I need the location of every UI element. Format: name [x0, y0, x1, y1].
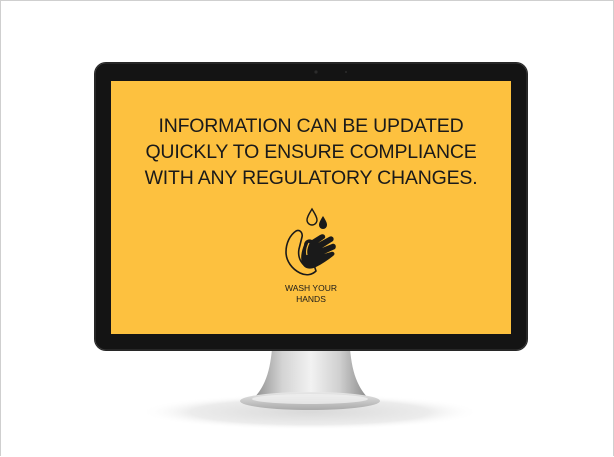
sensor-icon — [345, 71, 347, 73]
water-drop-icon — [319, 216, 327, 229]
screen-content: INFORMATION CAN BE UPDATED QUICKLY TO EN… — [111, 81, 511, 334]
water-drop-outline-icon — [306, 207, 318, 226]
screen-caption: WASH YOUR HANDS — [285, 283, 337, 304]
camera-icon — [314, 70, 318, 74]
stand-base-highlight — [252, 394, 368, 404]
monitor-stand-neck — [254, 349, 368, 398]
hand-washing-icon — [276, 207, 346, 281]
screen-headline: INFORMATION CAN BE UPDATED QUICKLY TO EN… — [144, 115, 478, 189]
